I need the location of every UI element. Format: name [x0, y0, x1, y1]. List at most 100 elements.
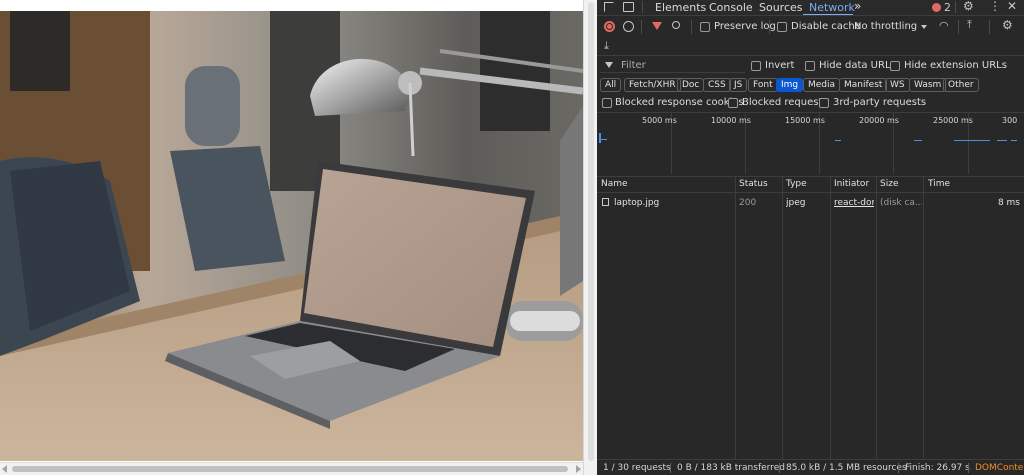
preserve-log-checkbox[interactable] — [700, 22, 710, 32]
record-dot-icon — [607, 24, 612, 29]
horizontal-scrollbar[interactable] — [0, 462, 583, 475]
close-devtools-icon[interactable]: ✕ — [1007, 0, 1017, 13]
column-header-size[interactable]: Size — [880, 179, 898, 189]
inspect-element-icon[interactable] — [604, 2, 614, 12]
settings-gear-icon[interactable]: ⚙ — [963, 0, 974, 13]
clear-log-icon[interactable] — [623, 21, 634, 32]
request-status: 200 — [739, 198, 757, 208]
hide-data-urls-label: Hide data URLs — [819, 60, 896, 71]
filter-row: Filter Invert Hide data URLs Hide extens… — [597, 56, 1024, 76]
devtools-panel: Elements Console Sources Network » 2 ⚙ ⋮… — [597, 0, 1024, 475]
status-finish: Finish: 26.97 s — [905, 463, 970, 473]
column-header-time[interactable]: Time — [928, 179, 950, 189]
filter-icon — [605, 62, 613, 68]
request-type: jpeg — [786, 198, 806, 208]
page-viewport — [0, 0, 583, 475]
status-dom-content-loaded: DOMConter — [975, 463, 1024, 473]
column-header-name[interactable]: Name — [601, 179, 628, 189]
more-tabs-button[interactable]: » — [854, 0, 861, 13]
request-table-header: Name Status Type Initiator Size Time — [597, 176, 1024, 193]
request-size: (disk ca... — [880, 198, 922, 208]
type-filter-doc[interactable]: Doc — [677, 78, 705, 92]
overview-request-mark — [954, 140, 990, 141]
network-toolbar-row2: ⤓ — [597, 38, 1024, 54]
status-resources: 85.0 kB / 1.5 MB resources — [786, 463, 907, 473]
export-har-icon[interactable]: ⤓ — [604, 39, 609, 53]
type-filter-ws[interactable]: WS — [885, 78, 910, 92]
overview-request-mark — [599, 139, 607, 140]
overview-tick-label: 15000 ms — [785, 116, 825, 125]
overview-request-mark — [599, 133, 601, 143]
overview-tick-label: 5000 ms — [642, 116, 677, 125]
disable-cache-label: Disable cache — [791, 21, 861, 32]
type-filter-manifest[interactable]: Manifest — [839, 78, 888, 92]
type-filter-js[interactable]: JS — [729, 78, 748, 92]
vertical-scrollbar-thumb[interactable] — [588, 2, 594, 461]
scrollbar-thumb[interactable] — [12, 466, 568, 472]
search-icon[interactable] — [672, 21, 680, 29]
invert-label: Invert — [765, 60, 795, 71]
hide-extension-urls-checkbox[interactable] — [890, 61, 900, 71]
column-header-initiator[interactable]: Initiator — [834, 179, 869, 189]
hide-data-urls-checkbox[interactable] — [805, 61, 815, 71]
image-file-icon — [602, 198, 609, 206]
preserve-log-label: Preserve log — [714, 21, 776, 32]
filter-input[interactable]: Filter — [600, 59, 745, 73]
overview-tick-label: 25000 ms — [933, 116, 973, 125]
error-icon[interactable] — [932, 3, 941, 12]
request-initiator[interactable]: react-dom — [834, 198, 874, 208]
device-toolbar-icon[interactable] — [623, 2, 634, 12]
tab-console[interactable]: Console — [709, 1, 753, 14]
network-status-bar: 1 / 30 requests 0 B / 183 kB transferred… — [597, 459, 1024, 475]
type-filter-font[interactable]: Font — [748, 78, 778, 92]
error-count[interactable]: 2 — [944, 1, 951, 14]
type-filter-wasm[interactable]: Wasm — [909, 78, 947, 92]
tab-network[interactable]: Network — [809, 1, 855, 14]
type-filter-media[interactable]: Media — [803, 78, 841, 92]
request-options-row: Blocked response cookies Blocked request… — [597, 95, 1024, 111]
blocked-requests-label: Blocked requests — [742, 97, 828, 108]
network-conditions-icon[interactable]: ◠ — [939, 19, 949, 32]
column-header-type[interactable]: Type — [786, 179, 807, 189]
status-requests: 1 / 30 requests — [603, 463, 671, 473]
network-toolbar: Preserve log Disable cache No throttling… — [597, 16, 1024, 38]
blocked-requests-checkbox[interactable] — [728, 98, 738, 108]
request-name[interactable]: laptop.jpg — [614, 198, 659, 208]
type-filter-img[interactable]: Img — [776, 78, 804, 92]
laptop-photo — [0, 11, 583, 461]
type-filter-css[interactable]: CSS — [703, 78, 731, 92]
throttling-select[interactable]: No throttling — [854, 21, 917, 32]
hide-extension-urls-label: Hide extension URLs — [904, 60, 1007, 71]
type-filter-other[interactable]: Other — [943, 78, 979, 92]
overview-request-mark — [997, 140, 1007, 141]
blocked-cookies-label: Blocked response cookies — [615, 97, 744, 108]
tab-elements[interactable]: Elements — [655, 1, 706, 14]
type-filter-all[interactable]: All — [600, 78, 622, 92]
third-party-checkbox[interactable] — [819, 98, 829, 108]
status-transferred: 0 B / 183 kB transferred — [677, 463, 785, 473]
panel-splitter[interactable] — [583, 0, 597, 475]
import-har-icon[interactable]: ⤒ — [967, 18, 972, 32]
type-filter-fetch-xhr[interactable]: Fetch/XHR — [624, 78, 681, 92]
chevron-down-icon[interactable] — [921, 25, 927, 29]
request-time: 8 ms — [997, 198, 1020, 208]
scroll-left-arrow-icon[interactable] — [2, 465, 7, 473]
devtools-tab-bar: Elements Console Sources Network » 2 ⚙ ⋮… — [597, 0, 1024, 16]
overview-request-mark — [1011, 140, 1017, 141]
blocked-cookies-checkbox[interactable] — [602, 98, 612, 108]
tab-sources[interactable]: Sources — [759, 1, 803, 14]
scroll-right-arrow-icon[interactable] — [576, 465, 581, 473]
column-header-status[interactable]: Status — [739, 179, 768, 189]
filter-placeholder: Filter — [621, 60, 646, 71]
overview-request-mark — [835, 140, 841, 141]
invert-checkbox[interactable] — [751, 61, 761, 71]
network-overview-timeline[interactable]: 5000 ms 10000 ms 15000 ms 20000 ms 25000… — [597, 113, 1024, 174]
more-options-icon[interactable]: ⋮ — [989, 0, 1001, 13]
overview-tick-label: 20000 ms — [859, 116, 899, 125]
filter-funnel-icon[interactable] — [652, 22, 662, 30]
table-row[interactable]: laptop.jpg 200 jpeg react-dom (disk ca..… — [597, 194, 1024, 212]
disable-cache-checkbox[interactable] — [777, 22, 787, 32]
third-party-label: 3rd-party requests — [833, 97, 927, 108]
network-settings-gear-icon[interactable]: ⚙ — [1002, 18, 1013, 32]
overview-request-mark — [914, 140, 922, 141]
